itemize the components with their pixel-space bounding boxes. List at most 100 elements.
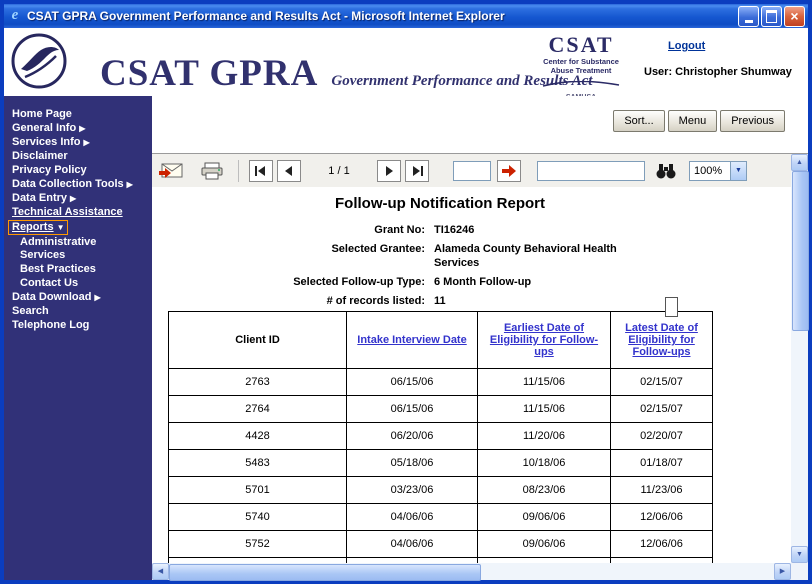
chevron-right-icon: ▶ bbox=[94, 293, 100, 302]
sidebar-item-general-info[interactable]: General Info▶ bbox=[12, 122, 152, 135]
sidebar-item-label: Telephone Log bbox=[12, 319, 89, 331]
sidebar-item-label: Data Entry bbox=[12, 192, 67, 204]
sidebar-item-label: Search bbox=[12, 305, 49, 317]
table-cell: 01/18/07 bbox=[611, 450, 713, 477]
sidebar-menu: Home PageGeneral Info▶Services Info▶Disc… bbox=[4, 108, 152, 332]
table-cell: 11/20/06 bbox=[478, 423, 611, 450]
column-header-intake-interview-date[interactable]: Intake Interview Date bbox=[347, 312, 478, 369]
previous-button[interactable]: Previous bbox=[720, 110, 785, 132]
goto-page-red-arrow-icon bbox=[502, 165, 516, 177]
sidebar-item-wrap: Contact Us bbox=[20, 277, 78, 289]
sidebar-item-telephone-log[interactable]: Telephone Log bbox=[12, 319, 152, 332]
scrollbar-corner bbox=[791, 563, 808, 580]
last-page-button[interactable] bbox=[405, 160, 429, 182]
close-button[interactable]: × bbox=[784, 6, 805, 27]
table-header-row: Client ID Intake Interview Date Earliest… bbox=[169, 312, 713, 369]
scroll-right-button[interactable]: ▶ bbox=[774, 563, 791, 580]
table-row: 548305/18/0610/18/0601/18/07 bbox=[169, 450, 713, 477]
chevron-right-icon: ▶ bbox=[79, 124, 85, 133]
sidebar-item-label: Privacy Policy bbox=[12, 164, 87, 176]
table-cell: 06/15/06 bbox=[347, 396, 478, 423]
scroll-down-button[interactable]: ▼ bbox=[791, 546, 808, 563]
minimize-icon bbox=[745, 20, 753, 23]
table-cell: 10/18/06 bbox=[478, 450, 611, 477]
sidebar-item-wrap: Home Page bbox=[12, 108, 72, 120]
column-header-latest-eligibility-date[interactable]: Latest Date of Eligibility for Follow-up… bbox=[611, 312, 713, 369]
sidebar-item-home-page[interactable]: Home Page bbox=[12, 108, 152, 121]
print-button[interactable] bbox=[200, 160, 224, 182]
page-indicator: 1 / 1 bbox=[311, 165, 367, 177]
sidebar-item-disclaimer[interactable]: Disclaimer bbox=[12, 150, 152, 163]
sidebar-item-label: Data Collection Tools bbox=[12, 178, 124, 190]
zoom-select[interactable]: 100% ▼ bbox=[689, 161, 747, 181]
ie-logo-icon: e bbox=[7, 8, 23, 24]
goto-page-input[interactable] bbox=[453, 161, 491, 181]
sidebar-item-administrative-services[interactable]: Administrative Services bbox=[20, 236, 124, 262]
sidebar-item-wrap: General Info▶ bbox=[12, 122, 85, 134]
sidebar-item-reports[interactable]: Reports▼ bbox=[12, 220, 152, 235]
sidebar-item-services-info[interactable]: Services Info▶ bbox=[12, 136, 152, 149]
sidebar-item-label: Reports bbox=[12, 221, 54, 233]
maximize-button[interactable] bbox=[761, 6, 782, 27]
table-cell: 09/06/06 bbox=[478, 531, 611, 558]
prev-page-button[interactable] bbox=[277, 160, 301, 182]
user-label: User: Christopher Shumway bbox=[644, 66, 804, 78]
export-button[interactable] bbox=[158, 160, 184, 182]
table-row: 570103/23/0608/23/0611/23/06 bbox=[169, 477, 713, 504]
chevron-right-icon: ▶ bbox=[83, 138, 89, 147]
field-label: Selected Grantee: bbox=[168, 242, 425, 270]
scroll-up-button[interactable]: ▲ bbox=[791, 154, 808, 171]
table-cell: 03/23/06 bbox=[347, 477, 478, 504]
goto-page-button[interactable] bbox=[497, 160, 521, 182]
search-text-input[interactable] bbox=[537, 161, 645, 181]
report-viewer: 1 / 1 bbox=[152, 153, 808, 580]
sort-button[interactable]: Sort... bbox=[613, 110, 664, 132]
find-button[interactable] bbox=[655, 160, 677, 182]
menu-button[interactable]: Menu bbox=[668, 110, 718, 132]
table-cell: 05/18/06 bbox=[347, 450, 478, 477]
field-label: # of records listed: bbox=[168, 294, 425, 308]
sidebar-item-data-collection-tools[interactable]: Data Collection Tools▶ bbox=[12, 178, 152, 191]
field-label: Grant No: bbox=[168, 223, 425, 237]
sidebar-item-wrap: Administrative Services bbox=[20, 236, 96, 261]
vertical-scrollbar[interactable]: ▲ ▼ bbox=[791, 154, 808, 563]
maximize-icon bbox=[766, 10, 777, 23]
minimize-button[interactable] bbox=[738, 6, 759, 27]
table-row: 276406/15/0611/15/0602/15/07 bbox=[169, 396, 713, 423]
last-page-icon bbox=[411, 166, 423, 176]
logout-link[interactable]: Logout bbox=[668, 40, 705, 52]
table-cell: 08/23/06 bbox=[478, 477, 611, 504]
field-value: 6 Month Follow-up bbox=[434, 275, 649, 289]
table-cell: 06/20/06 bbox=[347, 423, 478, 450]
field-label: Selected Follow-up Type: bbox=[168, 275, 425, 289]
zoom-value: 100% bbox=[690, 165, 730, 177]
sidebar-item-data-download[interactable]: Data Download▶ bbox=[12, 291, 152, 304]
report-table: Client ID Intake Interview Date Earliest… bbox=[168, 311, 713, 563]
sidebar-item-label: Services Info bbox=[12, 136, 80, 148]
scroll-left-button[interactable]: ◀ bbox=[152, 563, 169, 580]
horizontal-scrollbar[interactable]: ◀ ▶ bbox=[152, 563, 791, 580]
action-bar: Sort... Menu Previous bbox=[152, 96, 808, 153]
sidebar-item-contact-us[interactable]: Contact Us bbox=[20, 277, 124, 290]
sidebar-item-search[interactable]: Search bbox=[12, 305, 152, 318]
column-header-earliest-eligibility-date[interactable]: Earliest Date of Eligibility for Follow-… bbox=[478, 312, 611, 369]
sidebar-item-data-entry[interactable]: Data Entry▶ bbox=[12, 192, 152, 205]
next-page-button[interactable] bbox=[377, 160, 401, 182]
sidebar-item-best-practices[interactable]: Best Practices bbox=[20, 263, 124, 276]
sidebar-item-wrap: Best Practices bbox=[20, 263, 96, 275]
table-row: 575204/06/0609/06/0612/06/06 bbox=[169, 531, 713, 558]
first-page-button[interactable] bbox=[249, 160, 273, 182]
window-title: CSAT GPRA Government Performance and Res… bbox=[27, 9, 736, 23]
arrow-right-icon: ▶ bbox=[780, 568, 785, 575]
title-bar: e CSAT GPRA Government Performance and R… bbox=[4, 4, 808, 28]
table-row: 574004/06/0609/06/0612/06/06 bbox=[169, 504, 713, 531]
horizontal-scroll-thumb[interactable] bbox=[169, 564, 481, 581]
table-cell: 04/06/06 bbox=[347, 504, 478, 531]
sidebar-item-label: Technical Assistance bbox=[12, 206, 123, 218]
chevron-right-icon: ▶ bbox=[127, 180, 133, 189]
table-cell: 11/15/06 bbox=[478, 396, 611, 423]
vertical-scroll-thumb[interactable] bbox=[792, 171, 809, 331]
table-cell: 04/06/06 bbox=[347, 531, 478, 558]
sidebar-item-privacy-policy[interactable]: Privacy Policy bbox=[12, 164, 152, 177]
sidebar-item-technical-assistance[interactable]: Technical Assistance bbox=[12, 206, 152, 219]
